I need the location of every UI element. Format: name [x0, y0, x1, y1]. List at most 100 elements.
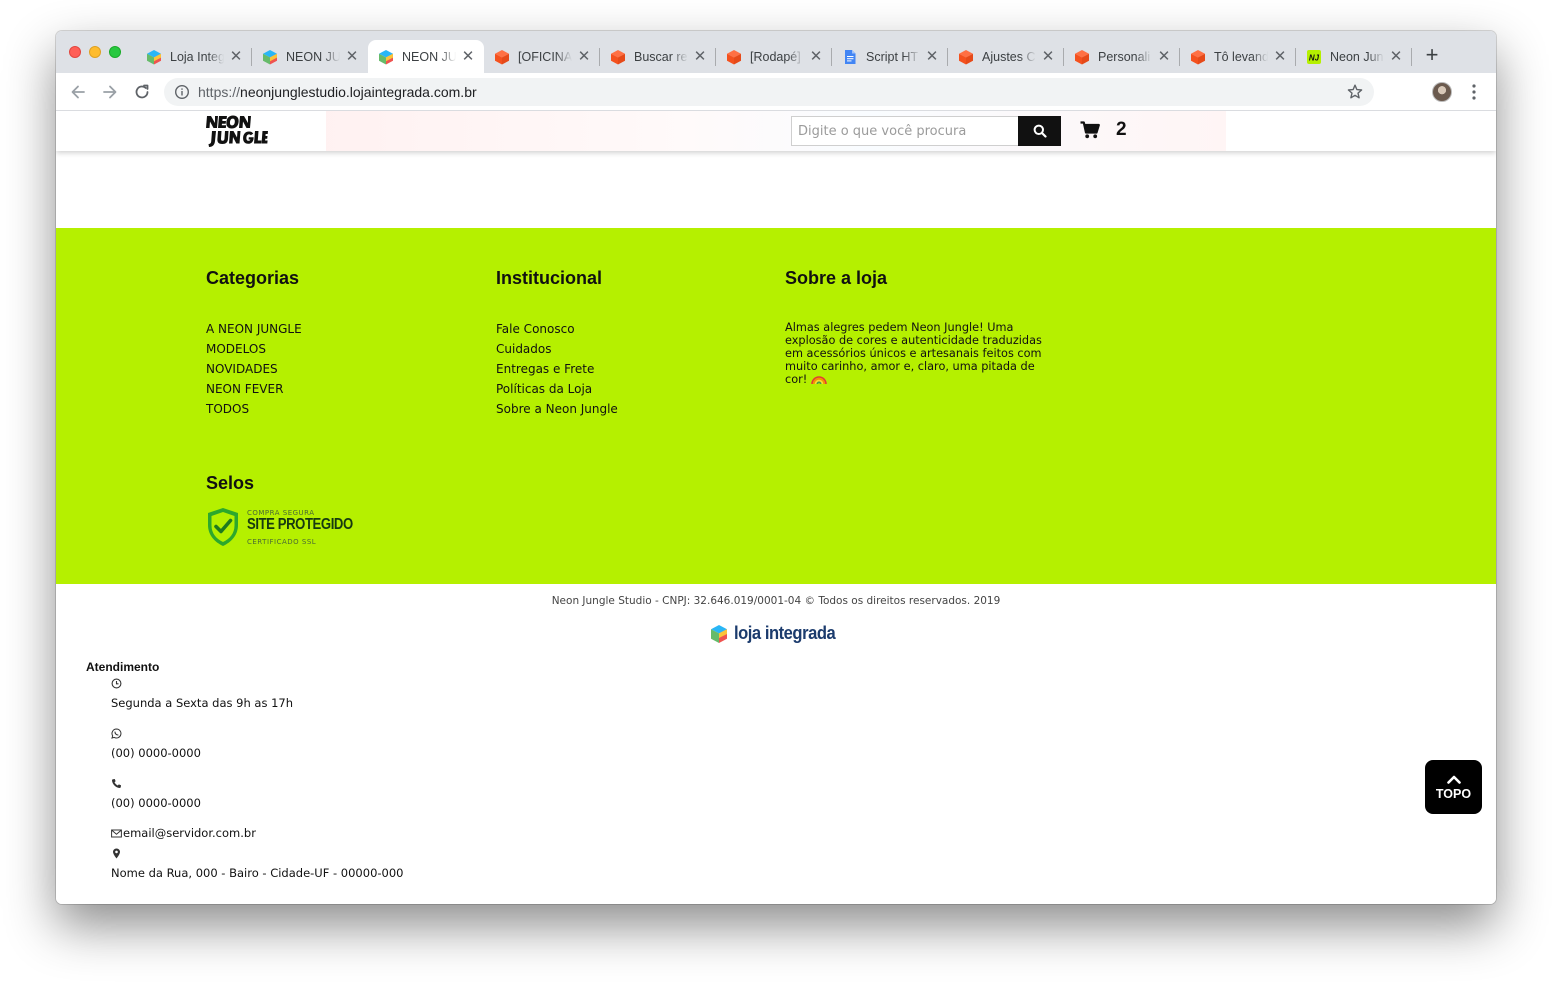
- cart-count[interactable]: 2: [1116, 119, 1127, 141]
- reload-icon[interactable]: [132, 82, 152, 102]
- category-link-todos[interactable]: TODOS: [206, 399, 302, 419]
- institutional-title: Institucional: [496, 268, 603, 288]
- rainbow-emoji-icon: [811, 376, 827, 384]
- address-bar[interactable]: https://neonjunglestudio.lojaintegrada.c…: [164, 78, 1374, 106]
- tab-title: [Rodapé]: [750, 49, 801, 64]
- url-host: neonjunglestudio.lojaintegrada.com.br: [240, 84, 477, 100]
- browser-tab-5[interactable]: [Rodapé] ✕: [716, 40, 832, 73]
- shopping-cart-icon[interactable]: [1080, 121, 1100, 139]
- tab-close-icon[interactable]: ✕: [576, 48, 592, 65]
- browser-tab-9[interactable]: Tô levand ✕: [1180, 40, 1296, 73]
- browser-tab-4[interactable]: Buscar re ✕: [600, 40, 716, 73]
- phone-icon: [112, 779, 121, 788]
- google-docs-icon: [845, 49, 856, 64]
- browser-menu-icon[interactable]: [1466, 82, 1482, 102]
- institutional-link-politicas[interactable]: Políticas da Loja: [496, 379, 618, 399]
- web-page: 2 Categorias A NEON JUNGLE MODELOS NOVID…: [56, 111, 1496, 904]
- support-whatsapp[interactable]: (00) 0000-0000: [111, 746, 201, 760]
- tab-close-icon[interactable]: ✕: [924, 48, 940, 65]
- tab-close-icon[interactable]: ✕: [460, 48, 476, 65]
- tab-title: NEON JUNGLE: [402, 49, 456, 64]
- browser-tab-10[interactable]: NJ Neon Jun ✕: [1296, 40, 1412, 73]
- categories-title: Categorias: [206, 268, 300, 288]
- loja-integrada-cube-icon: [379, 49, 393, 64]
- orange-box-icon: [727, 49, 741, 64]
- category-link-a-neon-jungle[interactable]: A NEON JUNGLE: [206, 319, 302, 339]
- loja-integrada-cube-icon: [711, 625, 727, 643]
- chevron-up-icon: [1446, 775, 1461, 784]
- orange-box-icon: [495, 49, 509, 64]
- tab-close-icon[interactable]: ✕: [1272, 48, 1288, 65]
- site-info-icon[interactable]: [174, 84, 190, 100]
- map-marker-icon: [113, 848, 120, 859]
- orange-box-icon: [1075, 49, 1089, 64]
- browser-tab-7[interactable]: Ajustes C ✕: [948, 40, 1064, 73]
- tab-title: [OFICINA: [518, 49, 572, 64]
- category-link-modelos[interactable]: MODELOS: [206, 339, 302, 359]
- tab-title: Buscar re: [634, 49, 688, 64]
- shield-check-icon: [208, 508, 238, 546]
- search-input[interactable]: [791, 116, 1019, 146]
- browser-tab-1[interactable]: NEON JUNGLE ✕: [252, 40, 368, 73]
- loja-integrada-cube-icon: [263, 49, 277, 64]
- search-button[interactable]: [1018, 116, 1061, 146]
- envelope-icon: [111, 829, 122, 838]
- bookmark-star-icon[interactable]: [1346, 83, 1364, 101]
- window-maximize-button[interactable]: [109, 46, 121, 58]
- tab-close-icon[interactable]: ✕: [808, 48, 824, 65]
- browser-tab-2[interactable]: NEON JUNGLE ✕: [368, 40, 484, 73]
- loja-integrada-logo[interactable]: loja integrada: [710, 623, 846, 645]
- support-phone[interactable]: (00) 0000-0000: [111, 796, 201, 810]
- tab-close-icon[interactable]: ✕: [228, 48, 244, 65]
- whatsapp-icon: [111, 728, 122, 739]
- tab-strip: Loja Integrada✕NEON JUNGLE✕NEON JUNGLE✕[…: [56, 31, 1496, 73]
- site-protected-seal[interactable]: COMPRA SEGURA SITE PROTEGIDO CERTIFICADO…: [206, 507, 353, 549]
- categories-list: A NEON JUNGLE MODELOS NOVIDADES NEON FEV…: [206, 319, 302, 419]
- window-close-button[interactable]: [69, 46, 81, 58]
- loja-integrada-cube-icon: [147, 49, 161, 64]
- clock-icon: [111, 678, 122, 689]
- browser-toolbar: https://neonjunglestudio.lojaintegrada.c…: [56, 73, 1496, 111]
- new-tab-button[interactable]: +: [1422, 44, 1442, 66]
- tab-close-icon[interactable]: ✕: [692, 48, 708, 65]
- about-text-block: Almas alegres pedem Neon Jungle! Uma exp…: [785, 321, 1060, 386]
- browser-tab-6[interactable]: Script HT ✕: [832, 40, 948, 73]
- seal-bottom-text: CERTIFICADO SSL: [247, 538, 317, 546]
- neon-jungle-nj-icon: NJ: [1307, 49, 1321, 64]
- category-link-neon-fever[interactable]: NEON FEVER: [206, 379, 302, 399]
- support-email[interactable]: email@servidor.com.br: [123, 826, 256, 840]
- window-minimize-button[interactable]: [89, 46, 101, 58]
- loja-integrada-logo-text: loja integrada: [734, 623, 836, 643]
- tab-close-icon[interactable]: ✕: [344, 48, 360, 65]
- forward-arrow-icon[interactable]: [100, 82, 120, 102]
- tab-title: Loja Integrada: [170, 49, 224, 64]
- institutional-link-sobre[interactable]: Sobre a Neon Jungle: [496, 399, 618, 419]
- institutional-link-fale-conosco[interactable]: Fale Conosco: [496, 319, 618, 339]
- browser-tab-0[interactable]: Loja Integrada ✕: [136, 40, 252, 73]
- neon-jungle-logo[interactable]: [206, 113, 268, 149]
- profile-avatar[interactable]: [1432, 82, 1452, 102]
- tab-title: Tô levand: [1214, 49, 1268, 64]
- url-text: https://neonjunglestudio.lojaintegrada.c…: [198, 84, 477, 100]
- tab-close-icon[interactable]: ✕: [1156, 48, 1172, 65]
- support-address: Nome da Rua, 000 - Bairo - Cidade-UF - 0…: [111, 866, 404, 880]
- back-to-top-button[interactable]: TOPO: [1425, 760, 1482, 814]
- institutional-list: Fale Conosco Cuidados Entregas e Frete P…: [496, 319, 618, 419]
- orange-box-icon: [959, 49, 973, 64]
- browser-window: Loja Integrada✕NEON JUNGLE✕NEON JUNGLE✕[…: [56, 31, 1496, 904]
- back-arrow-icon[interactable]: [68, 82, 88, 102]
- tab-separator: [1411, 48, 1412, 66]
- tab-close-icon[interactable]: ✕: [1040, 48, 1056, 65]
- back-to-top-label: TOPO: [1435, 786, 1472, 801]
- institutional-link-cuidados[interactable]: Cuidados: [496, 339, 618, 359]
- institutional-link-entregas[interactable]: Entregas e Frete: [496, 359, 618, 379]
- browser-tab-8[interactable]: Personali ✕: [1064, 40, 1180, 73]
- about-title: Sobre a loja: [785, 268, 888, 288]
- browser-tab-3[interactable]: [OFICINA ✕: [484, 40, 600, 73]
- tab-close-icon[interactable]: ✕: [1388, 48, 1404, 65]
- tab-title: Ajustes C: [982, 49, 1036, 64]
- footer-links-section: Categorias A NEON JUNGLE MODELOS NOVIDAD…: [56, 228, 1496, 584]
- support-hours: Segunda a Sexta das 9h as 17h: [111, 696, 294, 710]
- tab-title: Script HT: [866, 49, 919, 64]
- category-link-novidades[interactable]: NOVIDADES: [206, 359, 302, 379]
